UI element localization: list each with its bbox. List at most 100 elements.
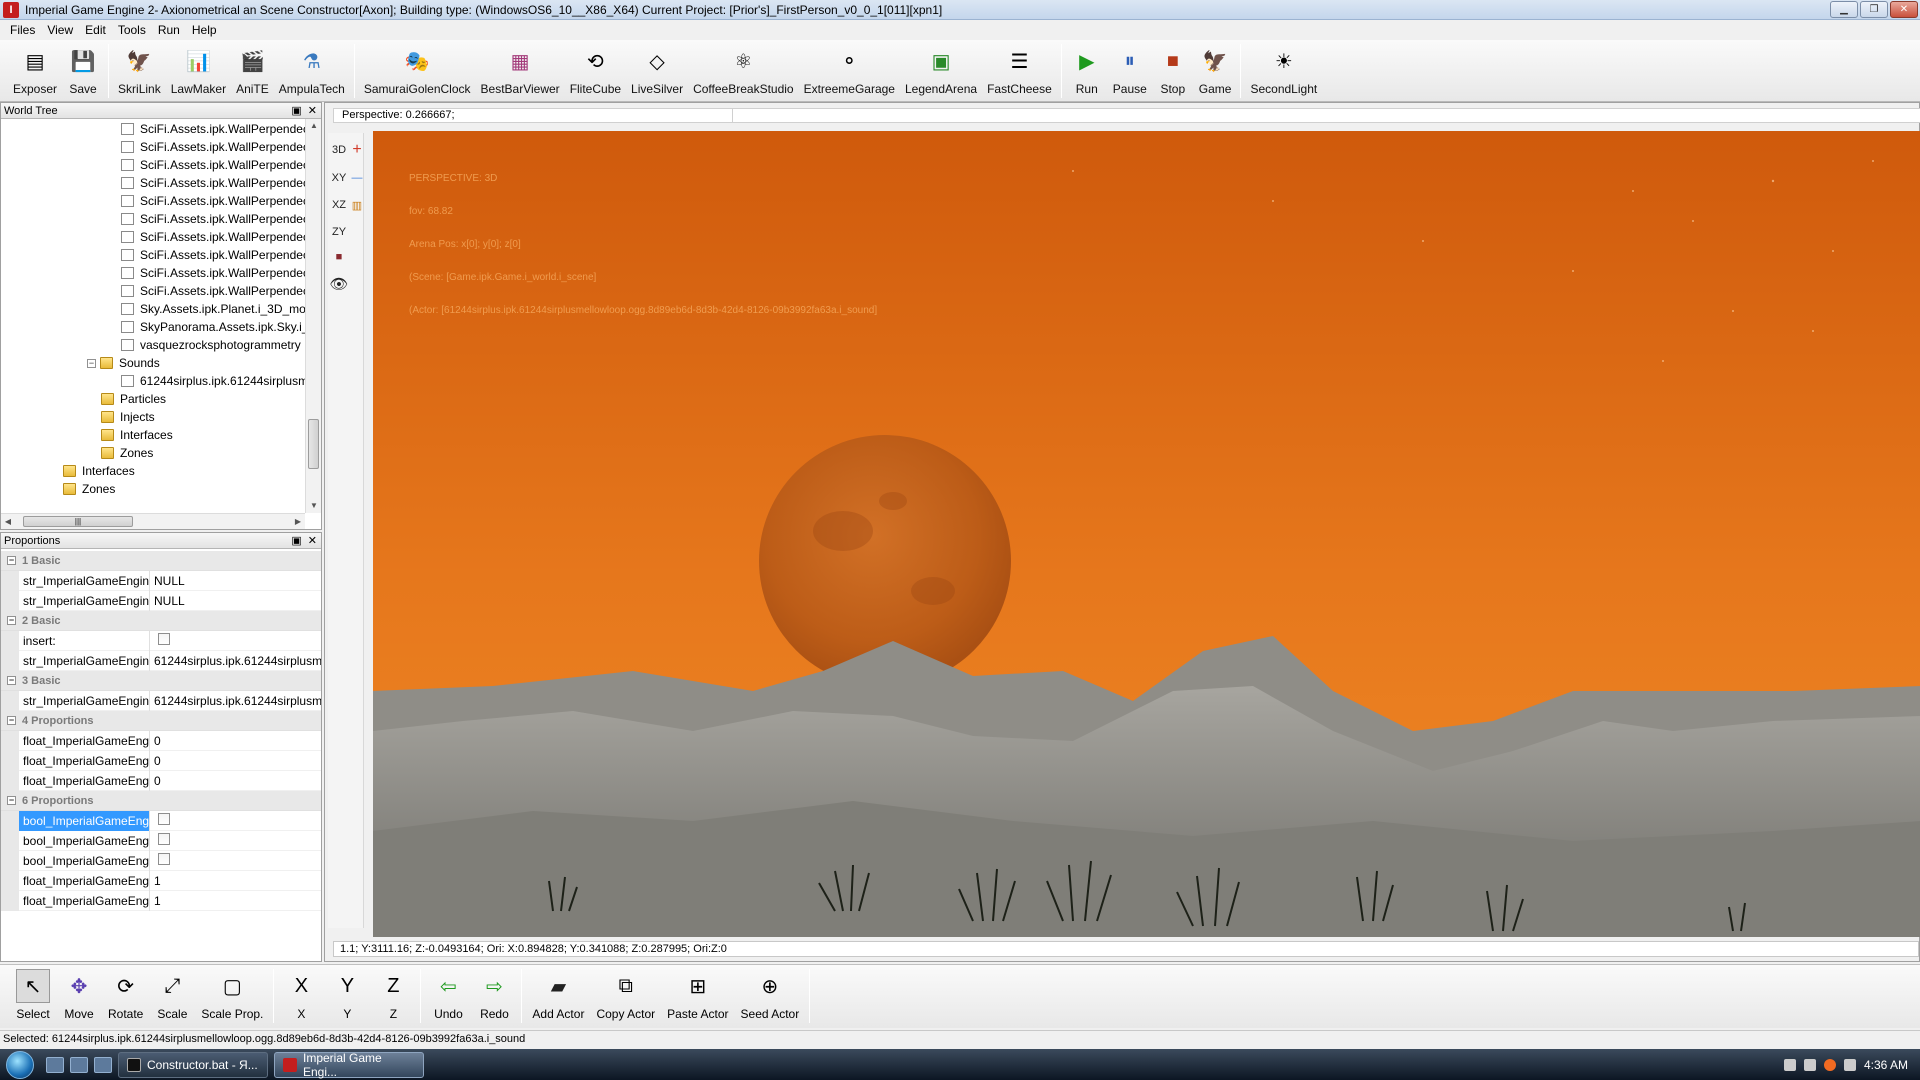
property-name[interactable]: str_ImperialGameEngine [19, 590, 150, 611]
property-value[interactable]: 0 [150, 754, 321, 768]
toolbar-livesilver-button[interactable]: ◇ LiveSilver [626, 40, 688, 100]
tree-item[interactable]: SciFi.Assets.ipk.WallPerpendec [121, 282, 305, 300]
float-panel-icon[interactable]: ▣ [291, 534, 301, 547]
property-category[interactable]: −2 Basic [1, 611, 321, 631]
tree-folder[interactable]: Zones [101, 444, 153, 462]
toolbar-fastcheese-button[interactable]: ☰ FastCheese [982, 40, 1057, 100]
scroll-thumb-horizontal[interactable]: ||| [23, 516, 133, 527]
building-icon[interactable]: ▥ [348, 196, 366, 214]
tool-scale-button[interactable]: ⤢ Scale [149, 965, 195, 1022]
add-icon[interactable]: + [348, 141, 366, 159]
media-player-icon[interactable] [94, 1056, 112, 1073]
property-value[interactable]: 1 [150, 874, 321, 888]
property-row[interactable]: str_ImperialGameEngine 61244sirplus.ipk.6… [1, 650, 321, 671]
tree-folder[interactable]: Interfaces [101, 426, 173, 444]
tool-x-button[interactable]: XX [278, 965, 324, 1022]
property-name[interactable]: str_ImperialGameEngine [19, 570, 150, 591]
property-category[interactable]: −3 Basic [1, 671, 321, 691]
property-name[interactable]: str_ImperialGameEngine [19, 690, 150, 711]
collapse-icon[interactable]: − [7, 616, 16, 625]
toolbar-lawmaker-button[interactable]: 📊 LawMaker [166, 40, 231, 100]
tree-folder[interactable]: − Sounds [87, 354, 160, 372]
scroll-down-icon[interactable]: ▼ [306, 499, 322, 513]
toolbar-exposer-button[interactable]: ▤ Exposer [8, 40, 62, 100]
toolbar-stop-button[interactable]: ■ Stop [1152, 40, 1194, 100]
view-3d-button[interactable]: 3D [330, 141, 348, 159]
float-panel-icon[interactable]: ▣ [291, 104, 301, 117]
network-icon[interactable] [1803, 1058, 1816, 1071]
property-value[interactable]: 1 [150, 894, 321, 908]
close-button[interactable]: ✕ [1890, 1, 1918, 18]
eye-icon[interactable]: 👁 [329, 275, 348, 293]
collapse-icon[interactable]: − [7, 556, 16, 565]
tree-folder[interactable]: Zones [63, 480, 115, 498]
tool-redo-button[interactable]: ⇨ Redo [471, 965, 517, 1022]
toolbar-extreemegarage-button[interactable]: ⚬ ExtreemeGarage [799, 40, 900, 100]
minimize-button[interactable]: ▁ [1830, 1, 1858, 18]
menu-help[interactable]: Help [186, 23, 223, 37]
tree-folder[interactable]: Interfaces [63, 462, 135, 480]
property-name[interactable]: bool_ImperialGameEngi [19, 830, 150, 851]
clock[interactable]: 4:36 AM [1864, 1058, 1908, 1072]
toolbar-secondlight-button[interactable]: ☀ SecondLight [1245, 40, 1322, 100]
tool-rotate-button[interactable]: ⟳ Rotate [102, 965, 149, 1022]
property-name[interactable]: float_ImperialGameEngi [19, 770, 150, 791]
tree-item[interactable]: SciFi.Assets.ipk.WallPerpendec [121, 264, 305, 282]
security-alert-icon[interactable] [1823, 1058, 1836, 1071]
menu-run[interactable]: Run [152, 23, 186, 37]
toolbar-ampulatech-button[interactable]: ⚗ AmpulaTech [274, 40, 350, 100]
scroll-left-icon[interactable]: ◀ [1, 514, 15, 530]
tree-item[interactable]: SkyPanorama.Assets.ipk.Sky.i_ [121, 318, 305, 336]
view-xy-button[interactable]: XY [330, 169, 348, 187]
property-row[interactable]: float_ImperialGameEngi 0 [1, 750, 321, 771]
property-value[interactable]: 61244sirplus.ipk.61244sirplusme [150, 654, 321, 668]
tree-item[interactable]: SciFi.Assets.ipk.WallPerpendec [121, 210, 305, 228]
property-name[interactable]: str_ImperialGameEngine [19, 650, 150, 671]
tool-seed-actor-button[interactable]: ⊕ Seed Actor [735, 965, 806, 1022]
tree-item[interactable]: SciFi.Assets.ipk.WallPerpendec [121, 192, 305, 210]
property-value[interactable] [150, 853, 321, 868]
scene-render[interactable] [373, 131, 1920, 937]
property-checkbox[interactable] [158, 853, 170, 865]
property-row[interactable]: float_ImperialGameEngi 0 [1, 770, 321, 791]
tree-horizontal-scrollbar[interactable]: ◀ ||| ▶ [1, 513, 305, 529]
close-panel-icon[interactable]: ✕ [308, 534, 317, 547]
property-checkbox[interactable] [158, 833, 170, 845]
property-category[interactable]: −4 Proportions [1, 711, 321, 731]
color-swatch-icon[interactable]: ■ [330, 248, 348, 266]
tool-z-button[interactable]: ZZ [370, 965, 416, 1022]
taskbar-item-imperial[interactable]: Imperial Game Engi... [274, 1051, 424, 1079]
tree-folder[interactable]: Injects [101, 408, 155, 426]
property-category[interactable]: −6 Proportions [1, 791, 321, 811]
property-row[interactable]: bool_ImperialGameEng [1, 810, 321, 831]
toolbar-skrilink-button[interactable]: 🦅 SkriLink [113, 40, 166, 100]
toolbar-anite-button[interactable]: 🎬 AniTE [231, 40, 274, 100]
view-xz-button[interactable]: XZ [330, 196, 348, 214]
scroll-thumb[interactable] [308, 419, 319, 469]
taskbar-item-constructor[interactable]: Constructor.bat - Я... [118, 1051, 268, 1078]
tool-add-actor-button[interactable]: ▰ Add Actor [526, 965, 590, 1022]
property-row[interactable]: str_ImperialGameEngine NULL [1, 570, 321, 591]
property-value[interactable] [150, 813, 321, 828]
tool-select-button[interactable]: ↖ Select [10, 965, 56, 1021]
tray-arrow-icon[interactable] [1783, 1058, 1796, 1071]
tree-item[interactable]: SciFi.Assets.ipk.WallPerpendec [121, 156, 305, 174]
property-value[interactable] [150, 633, 321, 648]
property-category[interactable]: −1 Basic [1, 551, 321, 571]
collapse-icon[interactable]: − [7, 796, 16, 805]
toolbar-game-button[interactable]: 🦅 Game [1194, 40, 1237, 100]
menu-tools[interactable]: Tools [112, 23, 152, 37]
property-value[interactable]: NULL [150, 594, 321, 608]
property-name[interactable]: float_ImperialGameEngi [19, 730, 150, 751]
menu-files[interactable]: Files [4, 23, 41, 37]
property-value[interactable]: 61244sirplus.ipk.61244sirplusme [150, 694, 321, 708]
property-row[interactable]: bool_ImperialGameEngi [1, 830, 321, 851]
toolbar-pause-button[interactable]: ⏸ Pause [1108, 40, 1152, 100]
toolbar-samuraigolenclock-button[interactable]: 🎭 SamuraiGolenClock [359, 40, 476, 100]
app-icon[interactable]: I [3, 1, 19, 18]
property-name[interactable]: float_ImperialGameEngi [19, 890, 150, 911]
collapse-icon[interactable]: − [7, 676, 16, 685]
tool-scale-prop-button[interactable]: ▢ Scale Prop. [195, 965, 269, 1022]
tree-item[interactable]: SciFi.Assets.ipk.WallPerpendec [121, 246, 305, 264]
property-row[interactable]: float_ImperialGameEngi 1 [1, 870, 321, 891]
